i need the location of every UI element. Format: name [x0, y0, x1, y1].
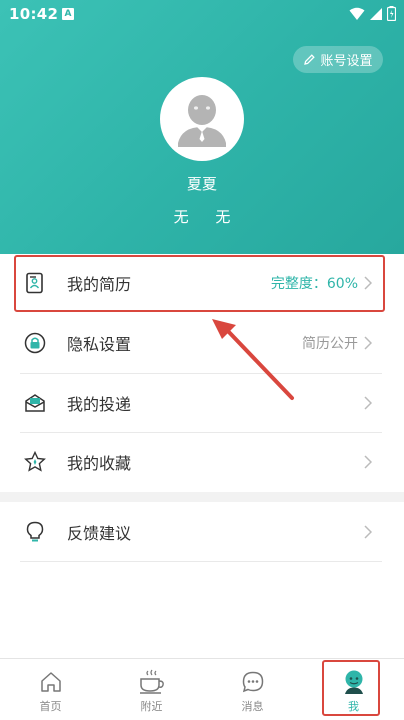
menu-item-my-applications[interactable]: 我的投递 [20, 374, 382, 432]
menu-item-feedback[interactable]: 反馈建议 [20, 503, 382, 561]
menu-item-label: 隐私设置 [67, 335, 132, 354]
privacy-status: 简历公开 [302, 336, 358, 352]
tab-me-highlight-box [322, 660, 380, 716]
tab-label: 消息 [241, 700, 264, 713]
lightbulb-icon [23, 520, 47, 544]
tab-home[interactable]: 首页 [0, 659, 101, 720]
resume-highlight-box [14, 255, 385, 312]
coffee-cup-icon [138, 669, 166, 695]
status-time: 10:42 [9, 5, 59, 23]
star-icon [23, 450, 47, 474]
tab-messages[interactable]: 消息 [202, 659, 303, 720]
user-info-left: 无 [173, 208, 189, 226]
user-info: 无 无 [0, 206, 404, 227]
status-icons [349, 6, 396, 21]
menu-item-label: 我的收藏 [67, 454, 132, 473]
envelope-icon [23, 391, 47, 415]
avatar[interactable] [160, 77, 244, 161]
battery-icon [387, 6, 396, 21]
chevron-right-icon [364, 336, 378, 350]
chevron-right-icon [364, 525, 378, 539]
signal-icon [370, 7, 382, 20]
notification-icon: A [62, 8, 74, 20]
menu-item-my-favorites[interactable]: 我的收藏 [20, 433, 382, 491]
section-gap [0, 492, 404, 502]
privacy-lock-icon [23, 331, 47, 355]
home-icon [39, 669, 63, 695]
chat-bubble-icon [241, 669, 265, 695]
menu-item-label: 我的投递 [67, 395, 132, 414]
tab-nearby[interactable]: 附近 [101, 659, 202, 720]
account-settings-button[interactable]: 账号设置 [293, 46, 383, 73]
tab-label: 首页 [39, 700, 62, 713]
profile-header: 10:42 A 账号设置 夏夏 无 无 [0, 0, 404, 254]
wifi-icon [349, 7, 365, 20]
divider [20, 561, 382, 562]
menu-item-label: 反馈建议 [67, 524, 132, 543]
chevron-right-icon [364, 396, 378, 410]
chevron-right-icon [364, 455, 378, 469]
menu-item-privacy-settings[interactable]: 隐私设置 简历公开 [20, 314, 382, 372]
username: 夏夏 [186, 175, 217, 193]
tab-label: 附近 [140, 700, 163, 713]
user-info-right: 无 [215, 208, 231, 226]
status-bar: 10:42 A [0, 0, 404, 28]
account-settings-label: 账号设置 [320, 54, 373, 69]
pencil-icon [304, 54, 316, 65]
default-user-icon [178, 95, 226, 147]
